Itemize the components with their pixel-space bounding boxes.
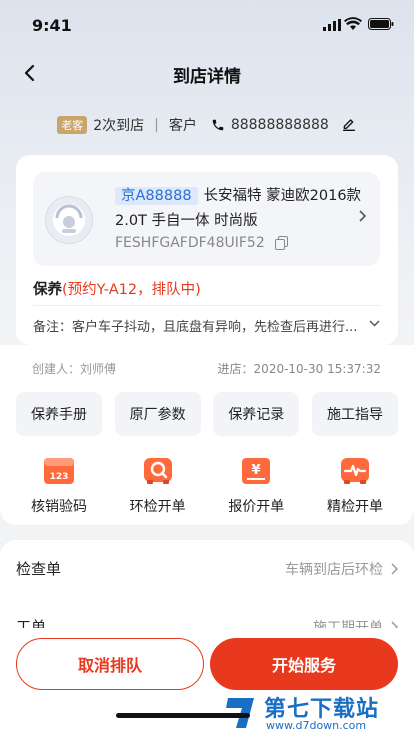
row-value: 车辆到店后环检: [285, 561, 383, 578]
service-type: 保养(预约Y-A12，排队中): [33, 278, 201, 299]
vehicle-service-card: 京A88888 长安福特 蒙迪欧2016款 2.0T 手自一体 时尚版 FESHF…: [16, 155, 398, 345]
inspection-car-icon: [143, 458, 172, 484]
copy-icon[interactable]: [274, 236, 288, 250]
wifi-icon: [344, 17, 362, 30]
phone-icon: [212, 119, 224, 131]
action-label: 精检开单: [326, 499, 383, 515]
status-bar: 9:41: [0, 0, 414, 50]
queue-status: (预约Y-A12，排队中): [62, 282, 201, 298]
creator-label: 创建人：刘师傅: [32, 362, 117, 376]
chevron-right-icon: [391, 562, 398, 575]
car-logo-icon: [53, 204, 85, 236]
vin-number: FESHFGAFDF48UIF52: [115, 235, 265, 251]
cancel-queue-button[interactable]: 取消排队: [16, 638, 204, 690]
license-plate: 京A88888: [115, 187, 198, 205]
old-customer-badge: 老客: [57, 116, 88, 134]
vehicle-trim: 2.0T 手自一体 时尚版: [115, 213, 258, 229]
action-label: 环检开单: [129, 499, 186, 515]
vehicle-info-panel[interactable]: 京A88888 长安福特 蒙迪欧2016款 2.0T 手自一体 时尚版 FESHF…: [33, 172, 380, 266]
chevron-down-icon[interactable]: [369, 320, 380, 327]
arrival-time: 进店：2020-10-30 15:37:32: [217, 362, 381, 376]
battery-icon: [368, 18, 394, 30]
svg-text:¥: ¥: [252, 463, 261, 478]
page-title: 到店详情: [173, 67, 241, 87]
quote-icon: ¥: [242, 458, 271, 484]
signal-icon: [323, 19, 341, 31]
inspection-sheet-row[interactable]: 检查单 车辆到店后环检: [16, 558, 398, 579]
watermark-url: www.d7down.com: [266, 719, 367, 732]
quick-buttons: 保养手册 原厂参数 保养记录 施工指导: [16, 392, 398, 436]
customer-summary: 老客 2次到店 | 客户 88888888888: [0, 115, 414, 135]
quote-order-action[interactable]: ¥ 报价开单: [213, 452, 299, 516]
customer-phone[interactable]: 88888888888: [231, 117, 329, 133]
detailed-inspection-action[interactable]: 精检开单: [312, 452, 398, 516]
customer-type: 客户: [168, 118, 197, 134]
vehicle-model: 长安福特 蒙迪欧2016款: [203, 188, 362, 204]
start-service-button[interactable]: 开始服务: [210, 638, 398, 690]
row-label: 检查单: [16, 560, 62, 578]
action-label: 核销验码: [31, 499, 87, 515]
diagnostic-icon: [340, 458, 369, 484]
chevron-right-icon: [359, 210, 366, 222]
card-divider: [33, 305, 381, 306]
home-indicator: [116, 713, 250, 718]
action-grid: 123 核销验码 环检开单 ¥ 报价开单 精检开单: [16, 452, 398, 516]
maintenance-records-button[interactable]: 保养记录: [213, 392, 300, 436]
factory-params-button[interactable]: 原厂参数: [114, 392, 201, 436]
status-time: 9:41: [32, 16, 72, 35]
work-guide-button[interactable]: 施工指导: [311, 392, 398, 436]
divider: |: [154, 117, 159, 133]
edit-icon[interactable]: [341, 117, 357, 133]
verify-code-action[interactable]: 123 核销验码: [16, 452, 102, 516]
vehicle-brand-avatar: [45, 196, 93, 244]
maintenance-manual-button[interactable]: 保养手册: [16, 392, 102, 436]
action-label: 报价开单: [228, 499, 285, 515]
service-name: 保养: [33, 282, 62, 298]
inspection-order-action[interactable]: 环检开单: [115, 452, 201, 516]
visit-count: 2次到店: [93, 118, 145, 134]
svg-text:123: 123: [50, 472, 69, 482]
voucher-icon: 123: [44, 458, 74, 484]
service-note: 备注：客户车子抖动，且底盘有异响，先检查后再进行...: [33, 320, 358, 335]
